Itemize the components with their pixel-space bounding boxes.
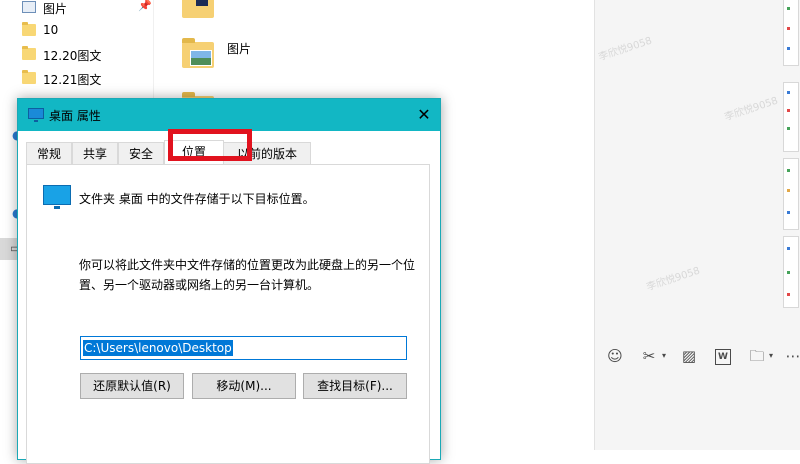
tab-security[interactable]: 安全 (118, 142, 164, 164)
folder-icon (22, 46, 36, 60)
image-thumbnail[interactable] (783, 82, 799, 152)
message-thumbnails (783, 0, 800, 450)
nav-item-label: 10 (43, 23, 59, 37)
close-button[interactable]: ✕ (408, 99, 440, 131)
watermark: 李欣悦9058 (723, 95, 780, 124)
watermark: 李欣悦9058 (597, 35, 654, 64)
folder-label[interactable]: 图片 (227, 40, 251, 57)
word-doc-icon[interactable]: W (715, 349, 731, 365)
emoji-icon[interactable]: ☺ (605, 345, 625, 367)
film-icon (196, 0, 208, 6)
location-tab-panel: 文件夹 桌面 中的文件存储于以下目标位置。 你可以将此文件夹中文件存储的位置更改… (26, 164, 430, 464)
chevron-down-icon[interactable]: ▾ (660, 345, 668, 367)
tab-general[interactable]: 常规 (26, 142, 72, 164)
nav-item-label: 12.21图文 (43, 73, 102, 87)
this-pc-item[interactable]: ▭ (0, 238, 21, 260)
nav-item-folder-10[interactable]: 10 (0, 20, 153, 42)
path-value: C:\Users\lenovo\Desktop (83, 340, 233, 356)
image-thumbnail[interactable] (783, 158, 799, 230)
image-thumbnail[interactable] (783, 236, 799, 308)
nav-item-label: 12.20图文 (43, 49, 102, 63)
move-button[interactable]: 移动(M)... (192, 373, 296, 399)
pin-icon[interactable]: 📌 (138, 0, 152, 12)
image-icon[interactable]: ▨ (679, 345, 699, 367)
nav-item-folder-1221[interactable]: 12.21图文 (0, 68, 153, 90)
location-statement: 文件夹 桌面 中的文件存储于以下目标位置。 (79, 192, 315, 206)
folder-icon (22, 22, 36, 36)
find-target-button[interactable]: 查找目标(F)... (303, 373, 407, 399)
dialog-titlebar[interactable]: 桌面 属性 ✕ (18, 99, 440, 131)
nav-item-pictures[interactable]: 图片 📌 (0, 0, 153, 19)
restore-default-button[interactable]: 还原默认值(R) (80, 373, 184, 399)
location-description: 你可以将此文件夹中文件存储的位置更改为此硬盘上的另一个位置、另一个驱动器或网络上… (79, 258, 416, 292)
folder-icon (22, 70, 36, 84)
video-folder-icon[interactable] (182, 0, 214, 18)
dialog-title: 桌面 属性 (49, 109, 101, 123)
tab-sharing[interactable]: 共享 (72, 142, 118, 164)
nav-item-label: 图片 (43, 2, 68, 16)
folder-icon[interactable]: 🗀 (747, 345, 767, 367)
chat-toolbar: ☺ ✂ ▾ ▨ W 🗀 ▾ ⋯ (595, 345, 800, 371)
scissors-icon[interactable]: ✂ (639, 345, 659, 367)
chevron-down-icon[interactable]: ▾ (767, 345, 775, 367)
desktop-properties-dialog: 桌面 属性 ✕ 常规 共享 安全 以前的版本 位置 文件夹 桌面 中的文件存储于… (17, 98, 441, 464)
watermark: 李欣悦9058 (645, 265, 702, 294)
red-highlight-box (168, 129, 252, 161)
pictures-folder-icon[interactable] (182, 38, 214, 68)
pictures-icon (22, 1, 36, 13)
desktop-icon (28, 108, 44, 122)
more-icon[interactable]: ⋯ (783, 345, 800, 367)
chat-panel: 李欣悦9058 李欣悦9058 李欣悦9058 ☺ ✂ ▾ ▨ W 🗀 ▾ ⋯ (594, 0, 800, 450)
nav-item-folder-1220[interactable]: 12.20图文 (0, 44, 153, 66)
image-thumbnail[interactable] (783, 0, 799, 66)
path-input[interactable]: C:\Users\lenovo\Desktop (80, 336, 407, 360)
landscape-icon (190, 50, 212, 66)
desktop-icon (43, 185, 71, 209)
